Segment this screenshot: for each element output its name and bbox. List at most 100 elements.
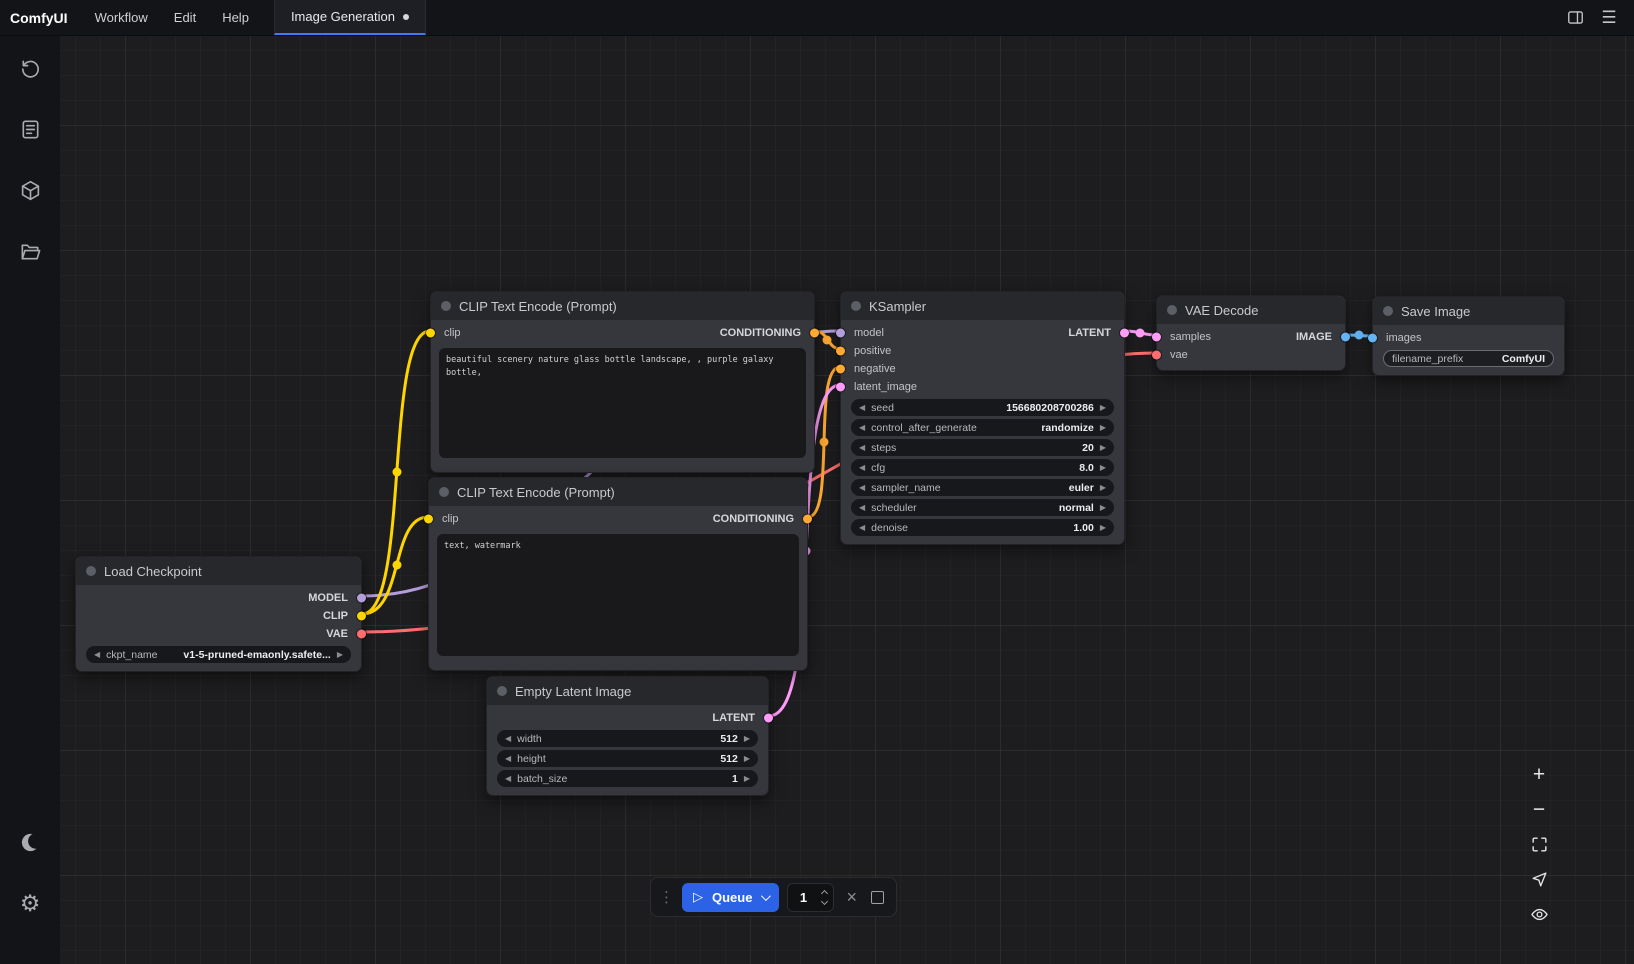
widget-sampler-name[interactable]: ◀ sampler_name euler ▶ xyxy=(851,479,1114,496)
node-save-image[interactable]: Save Image images filename_prefix ComfyU… xyxy=(1372,296,1565,376)
node-title-bar[interactable]: Load Checkpoint xyxy=(76,557,361,585)
widget-height[interactable]: ◀ height 512 ▶ xyxy=(497,750,758,767)
menu-help[interactable]: Help xyxy=(209,0,262,35)
arrow-right-icon[interactable]: ▶ xyxy=(744,775,750,783)
node-collapse-dot[interactable] xyxy=(86,566,96,576)
port-dot-clip-input[interactable] xyxy=(424,515,433,524)
widget-filename-prefix[interactable]: filename_prefix ComfyUI xyxy=(1383,350,1554,367)
workflows-folder-icon[interactable] xyxy=(12,233,48,269)
arrow-right-icon[interactable]: ▶ xyxy=(1100,464,1106,472)
node-load-checkpoint[interactable]: Load Checkpoint MODEL CLIP VAE ◀ ckpt_na… xyxy=(75,556,362,672)
select-mode-icon[interactable] xyxy=(1528,869,1550,889)
clear-queue-icon[interactable]: × xyxy=(842,887,861,908)
arrow-left-icon[interactable]: ◀ xyxy=(94,651,100,659)
port-dot-vae-output[interactable] xyxy=(357,630,366,639)
port-dot-model-output[interactable] xyxy=(357,594,366,603)
arrow-right-icon[interactable]: ▶ xyxy=(1100,424,1106,432)
node-collapse-dot[interactable] xyxy=(497,686,507,696)
arrow-left-icon[interactable]: ◀ xyxy=(505,735,511,743)
settings-gear-icon[interactable]: ⚙ xyxy=(12,885,48,921)
arrow-right-icon[interactable]: ▶ xyxy=(1100,524,1106,532)
zoom-in-icon[interactable]: + xyxy=(1528,764,1550,784)
drag-handle-icon[interactable]: ⋮ xyxy=(657,888,674,906)
arrow-right-icon[interactable]: ▶ xyxy=(1100,504,1106,512)
widget-batch-size[interactable]: ◀ batch_size 1 ▶ xyxy=(497,770,758,787)
node-collapse-dot[interactable] xyxy=(441,301,451,311)
port-dot-image-output[interactable] xyxy=(1341,333,1350,342)
arrow-left-icon[interactable]: ◀ xyxy=(859,524,865,532)
node-collapse-dot[interactable] xyxy=(1167,305,1177,315)
node-clip-text-encode-negative[interactable]: CLIP Text Encode (Prompt) clip CONDITION… xyxy=(428,477,808,671)
arrow-right-icon[interactable]: ▶ xyxy=(1100,444,1106,452)
count-steppers[interactable] xyxy=(822,891,827,904)
batch-count-input[interactable] xyxy=(790,890,816,905)
zoom-out-icon[interactable]: − xyxy=(1528,799,1550,819)
arrow-right-icon[interactable]: ▶ xyxy=(337,651,343,659)
node-collapse-dot[interactable] xyxy=(439,487,449,497)
node-collapse-dot[interactable] xyxy=(1383,306,1393,316)
prompt-text-input[interactable]: beautiful scenery nature glass bottle la… xyxy=(439,348,806,458)
arrow-right-icon[interactable]: ▶ xyxy=(744,735,750,743)
port-dot-negative-input[interactable] xyxy=(836,365,845,374)
port-dot-positive-input[interactable] xyxy=(836,347,845,356)
node-collapse-dot[interactable] xyxy=(851,301,861,311)
arrow-left-icon[interactable]: ◀ xyxy=(859,504,865,512)
node-vae-decode[interactable]: VAE Decode samples IMAGE vae xyxy=(1156,295,1346,371)
node-clip-text-encode-positive[interactable]: CLIP Text Encode (Prompt) clip CONDITION… xyxy=(430,291,815,473)
arrow-left-icon[interactable]: ◀ xyxy=(859,484,865,492)
port-dot-clip-input[interactable] xyxy=(426,329,435,338)
arrow-left-icon[interactable]: ◀ xyxy=(859,464,865,472)
port-dot-vae-input[interactable] xyxy=(1152,351,1161,360)
port-dot-model-input[interactable] xyxy=(836,329,845,338)
widget-steps[interactable]: ◀ steps 20 ▶ xyxy=(851,439,1114,456)
widget-ckpt-name[interactable]: ◀ ckpt_name v1-5-pruned-emaonly.safete..… xyxy=(86,646,351,663)
port-dot-clip-output[interactable] xyxy=(357,612,366,621)
queue-button[interactable]: ▷ Queue xyxy=(682,883,779,912)
arrow-left-icon[interactable]: ◀ xyxy=(859,404,865,412)
theme-moon-icon[interactable] xyxy=(12,824,48,860)
port-dot-images-input[interactable] xyxy=(1368,334,1377,343)
arrow-left-icon[interactable]: ◀ xyxy=(505,775,511,783)
model-library-icon[interactable] xyxy=(12,172,48,208)
stepper-down-icon[interactable] xyxy=(821,897,828,904)
arrow-right-icon[interactable]: ▶ xyxy=(744,755,750,763)
widget-scheduler[interactable]: ◀ scheduler normal ▶ xyxy=(851,499,1114,516)
logs-icon[interactable] xyxy=(12,111,48,147)
arrow-left-icon[interactable]: ◀ xyxy=(505,755,511,763)
arrow-left-icon[interactable]: ◀ xyxy=(859,444,865,452)
widget-control-after-generate[interactable]: ◀ control_after_generate randomize ▶ xyxy=(851,419,1114,436)
widget-cfg[interactable]: ◀ cfg 8.0 ▶ xyxy=(851,459,1114,476)
node-title-bar[interactable]: Empty Latent Image xyxy=(487,677,768,705)
node-title-bar[interactable]: Save Image xyxy=(1373,297,1564,325)
hamburger-menu-icon[interactable]: ☰ xyxy=(1594,4,1624,32)
widget-width[interactable]: ◀ width 512 ▶ xyxy=(497,730,758,747)
port-dot-samples-input[interactable] xyxy=(1152,333,1161,342)
widget-denoise[interactable]: ◀ denoise 1.00 ▶ xyxy=(851,519,1114,536)
node-title-bar[interactable]: VAE Decode xyxy=(1157,296,1345,324)
port-dot-conditioning-output[interactable] xyxy=(810,329,819,338)
node-ksampler[interactable]: KSampler model LATENT positive negative … xyxy=(840,291,1125,545)
menu-edit[interactable]: Edit xyxy=(161,0,209,35)
stepper-up-icon[interactable] xyxy=(821,889,828,896)
batch-count-box[interactable] xyxy=(787,883,834,912)
node-title-bar[interactable]: CLIP Text Encode (Prompt) xyxy=(431,292,814,320)
history-icon[interactable] xyxy=(12,50,48,86)
arrow-right-icon[interactable]: ▶ xyxy=(1100,484,1106,492)
port-dot-latent-output[interactable] xyxy=(1120,329,1129,338)
prompt-text-input[interactable]: text, watermark xyxy=(437,534,799,656)
stop-icon[interactable] xyxy=(871,891,884,904)
node-title-bar[interactable]: CLIP Text Encode (Prompt) xyxy=(429,478,807,506)
chevron-down-icon[interactable] xyxy=(761,891,771,901)
toggle-link-visibility-eye-icon[interactable] xyxy=(1528,904,1550,924)
arrow-left-icon[interactable]: ◀ xyxy=(859,424,865,432)
port-dot-latent-image-input[interactable] xyxy=(836,383,845,392)
widget-seed[interactable]: ◀ seed 156680208700286 ▶ xyxy=(851,399,1114,416)
port-dot-latent-output[interactable] xyxy=(764,714,773,723)
graph-canvas[interactable]: Load Checkpoint MODEL CLIP VAE ◀ ckpt_na… xyxy=(0,0,1634,964)
node-empty-latent-image[interactable]: Empty Latent Image LATENT ◀ width 512 ▶ … xyxy=(486,676,769,796)
arrow-right-icon[interactable]: ▶ xyxy=(1100,404,1106,412)
menu-workflow[interactable]: Workflow xyxy=(82,0,161,35)
fit-view-icon[interactable] xyxy=(1528,834,1550,854)
port-dot-conditioning-output[interactable] xyxy=(803,515,812,524)
node-title-bar[interactable]: KSampler xyxy=(841,292,1124,320)
